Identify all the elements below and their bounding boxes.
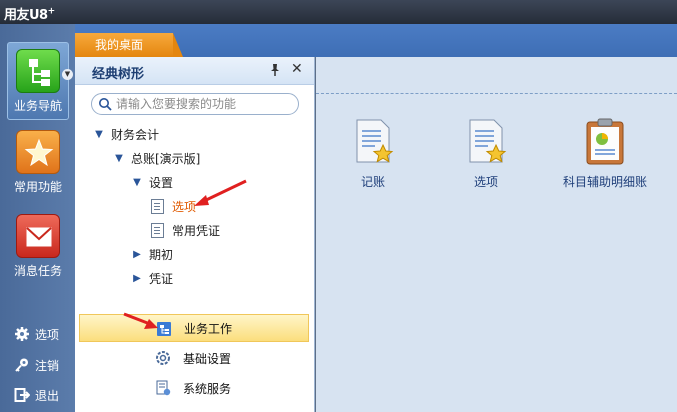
expand-down-icon[interactable]: ▼ xyxy=(113,153,125,164)
gear-icon xyxy=(14,326,30,342)
tree-node-label: 财务会计 xyxy=(111,127,160,142)
clipboard-chart-icon xyxy=(583,117,627,167)
rail-messages-button[interactable]: 消息任务 xyxy=(7,208,69,286)
rail-logout-link[interactable]: 注销 xyxy=(14,355,59,375)
tree-node-finance[interactable]: ▼ 财务会计 xyxy=(93,123,159,145)
document-icon xyxy=(151,198,164,214)
tab-strip: 我的桌面 xyxy=(75,24,677,57)
rail-link-label: 注销 xyxy=(35,358,60,373)
settings-gear-icon xyxy=(155,350,171,366)
nav-business-work[interactable]: 业务工作 xyxy=(79,314,309,342)
bottom-nav-label: 基础设置 xyxy=(183,351,232,366)
bottom-nav: 业务工作 基础设置 系统服务 xyxy=(75,312,315,412)
annotation-arrow-icon xyxy=(123,312,158,329)
bottom-nav-label: 系统服务 xyxy=(183,381,232,396)
title-bar: 用友U8+ xyxy=(0,0,677,24)
tree-node-label: 总账[演示版] xyxy=(131,151,201,166)
tree-node-label: 常用凭证 xyxy=(172,223,221,238)
tree-node-voucher[interactable]: ▶ 凭证 xyxy=(131,267,173,289)
desktop-icon-options[interactable]: 选项 xyxy=(436,117,536,190)
desktop-icon-label: 记账 xyxy=(360,175,385,189)
document-icon xyxy=(151,222,164,238)
rail-business-nav-button[interactable]: 业务导航 xyxy=(7,42,69,120)
expand-down-icon[interactable]: ▼ xyxy=(93,129,105,140)
search-icon xyxy=(98,97,112,114)
desktop-divider xyxy=(316,93,677,94)
app-title: 用友U8+ xyxy=(4,6,55,23)
tree-nav-icon xyxy=(16,49,60,93)
desktop-icon-label: 科目辅助明细账 xyxy=(562,175,647,189)
tree-node-opening[interactable]: ▶ 期初 xyxy=(131,243,173,265)
pin-icon[interactable] xyxy=(268,63,282,77)
rail-options-link[interactable]: 选项 xyxy=(14,324,59,344)
desktop-icon-bookkeeping[interactable]: 记账 xyxy=(323,117,423,190)
tree-node-label: 设置 xyxy=(149,175,174,190)
tree-node-general-ledger[interactable]: ▼ 总账[演示版] xyxy=(113,147,200,169)
exit-icon xyxy=(14,387,30,403)
tree-node-label: 期初 xyxy=(149,247,174,262)
rail-button-label: 消息任务 xyxy=(13,264,62,278)
document-star-icon xyxy=(464,117,508,167)
desktop-icon-subsidiary-ledger[interactable]: 科目辅助明细账 xyxy=(550,117,660,190)
chevron-down-icon[interactable]: ▼ xyxy=(62,69,73,80)
rail-exit-link[interactable]: 退出 xyxy=(14,385,59,405)
document-star-icon xyxy=(351,117,395,167)
key-icon xyxy=(14,357,30,373)
close-icon[interactable]: ✕ xyxy=(291,61,303,77)
desktop-icon-label: 选项 xyxy=(473,175,498,189)
star-icon xyxy=(16,130,60,174)
tree-node-common-voucher[interactable]: 常用凭证 xyxy=(151,219,220,241)
search-input[interactable] xyxy=(116,96,294,112)
rail-button-label: 常用功能 xyxy=(13,180,62,194)
mail-icon xyxy=(16,214,60,258)
system-service-icon xyxy=(155,380,171,396)
rail-link-label: 选项 xyxy=(35,327,60,342)
tab-my-desktop[interactable]: 我的桌面 xyxy=(75,33,183,57)
tree-node-settings[interactable]: ▼ 设置 xyxy=(131,171,173,193)
expand-right-icon[interactable]: ▶ xyxy=(131,273,143,284)
left-rail: 业务导航 ▼ 常用功能 消息任务 选项 注销 退出 xyxy=(0,24,75,412)
nav-system-services[interactable]: 系统服务 xyxy=(79,374,309,402)
tree-node-label: 凭证 xyxy=(149,271,174,286)
panel-title: 经典树形 xyxy=(92,67,145,82)
search-box xyxy=(91,93,299,115)
panel-header: 经典树形 ✕ xyxy=(75,57,314,85)
bottom-nav-label: 业务工作 xyxy=(184,321,233,336)
expand-down-icon[interactable]: ▼ xyxy=(131,177,143,188)
rail-link-label: 退出 xyxy=(35,388,60,403)
annotation-arrow-icon xyxy=(194,179,247,206)
expand-right-icon[interactable]: ▶ xyxy=(131,249,143,260)
rail-button-label: 业务导航 xyxy=(13,99,62,113)
tree-panel: 经典树形 ✕ ▼ 财务会计 ▼ 总账[演示版] ▼ 设置 选项 常用凭证 xyxy=(75,57,315,412)
desktop-area: 记账 选项 科目辅助明细账 xyxy=(316,57,677,412)
nav-basic-settings[interactable]: 基础设置 xyxy=(79,344,309,372)
rail-favorites-button[interactable]: 常用功能 xyxy=(7,124,69,202)
